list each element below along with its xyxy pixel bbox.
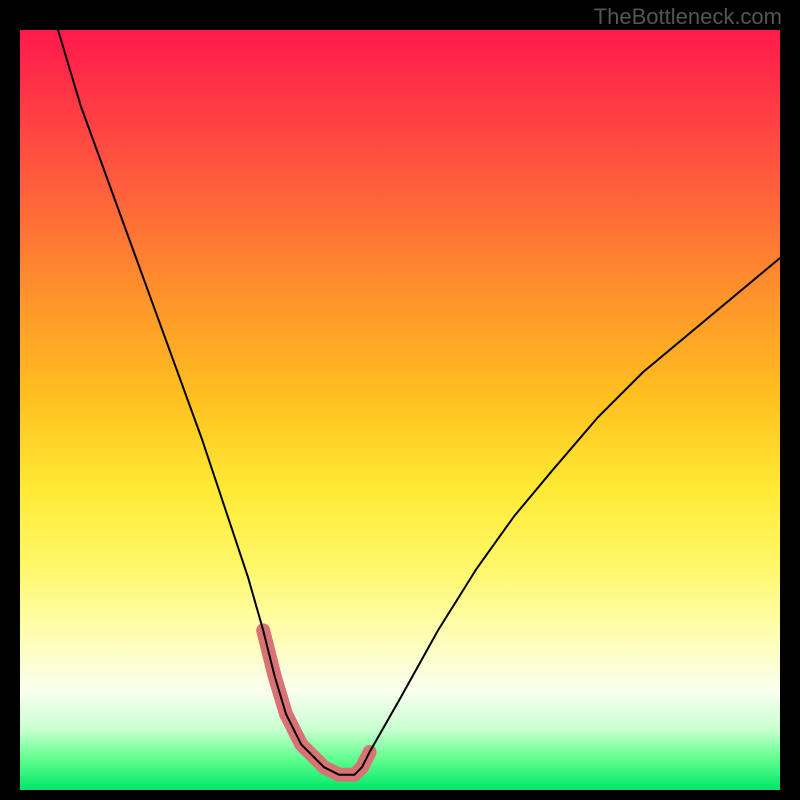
sweet-spot-highlight	[263, 630, 369, 774]
chart-svg	[20, 30, 780, 790]
bottleneck-curve	[58, 30, 780, 775]
chart-plot-area	[20, 30, 780, 790]
watermark-text: TheBottleneck.com	[594, 4, 782, 30]
